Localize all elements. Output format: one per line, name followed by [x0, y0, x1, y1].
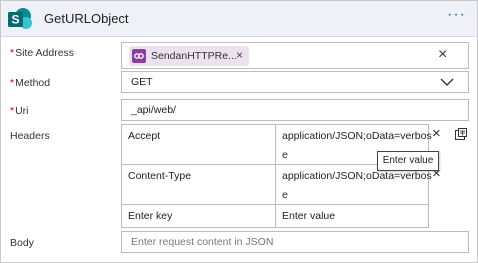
required-marker: * — [10, 47, 15, 59]
action-card: S GetURLObject ··· *Site Address SendanH… — [0, 0, 478, 263]
sharepoint-icon: S — [8, 8, 32, 29]
chevron-down-icon[interactable] — [440, 78, 454, 87]
clear-icon[interactable]: × — [438, 46, 447, 64]
action-title: GetURLObject — [44, 11, 129, 26]
uri-value: _api/web/ — [131, 104, 176, 116]
header-key-cell[interactable]: Accept — [122, 125, 276, 165]
header-value-cell[interactable]: application/JSON;oData=verbos e — [276, 165, 432, 205]
action-header[interactable]: S GetURLObject ··· — [1, 1, 477, 37]
header-key: Content-Type — [128, 170, 192, 182]
header-value-line: e — [282, 149, 288, 161]
tooltip: Enter value — [377, 151, 439, 171]
required-marker: * — [10, 105, 15, 117]
site-address-field[interactable]: SendanHTTPRe... × × — [121, 42, 469, 69]
more-options-icon[interactable]: ··· — [447, 7, 466, 23]
header-value-line: e — [282, 189, 288, 201]
body-input[interactable]: Enter request content in JSON — [121, 231, 469, 253]
uri-input[interactable]: _api/web/ — [121, 99, 469, 121]
header-key: Accept — [128, 130, 161, 142]
uri-label: *Uri — [10, 105, 29, 117]
body-placeholder: Enter request content in JSON — [131, 236, 274, 248]
site-address-label-text: Site Address — [15, 47, 75, 59]
new-header-value-input[interactable]: Enter value — [276, 205, 428, 227]
method-label: *Method — [10, 77, 50, 89]
new-header-key-input[interactable]: Enter key — [122, 205, 276, 227]
uri-label-text: Uri — [15, 105, 29, 117]
http-request-icon — [132, 49, 146, 63]
token-remove-icon[interactable]: × — [236, 48, 243, 62]
method-value: GET — [131, 76, 153, 88]
header-key-cell[interactable]: Content-Type — [122, 165, 276, 205]
body-label: Body — [10, 237, 34, 249]
headers-table: Accept application/JSON;oData=verbos e C… — [121, 124, 432, 228]
switch-to-text-mode-icon[interactable] — [454, 127, 468, 141]
token-label: SendanHTTPRe... — [151, 50, 237, 62]
header-value-line: application/JSON;oData=verbos — [282, 130, 432, 142]
method-dropdown[interactable]: GET — [121, 71, 469, 93]
svg-text:S: S — [11, 13, 19, 27]
required-marker: * — [10, 77, 15, 89]
remove-header-icon[interactable]: × — [432, 125, 441, 142]
value-placeholder: Enter value — [282, 210, 336, 222]
site-address-label: *Site Address — [10, 47, 74, 59]
key-placeholder: Enter key — [128, 210, 173, 222]
dynamic-content-token[interactable]: SendanHTTPRe... × — [129, 46, 249, 66]
headers-label: Headers — [10, 130, 50, 142]
method-label-text: Method — [15, 77, 51, 89]
